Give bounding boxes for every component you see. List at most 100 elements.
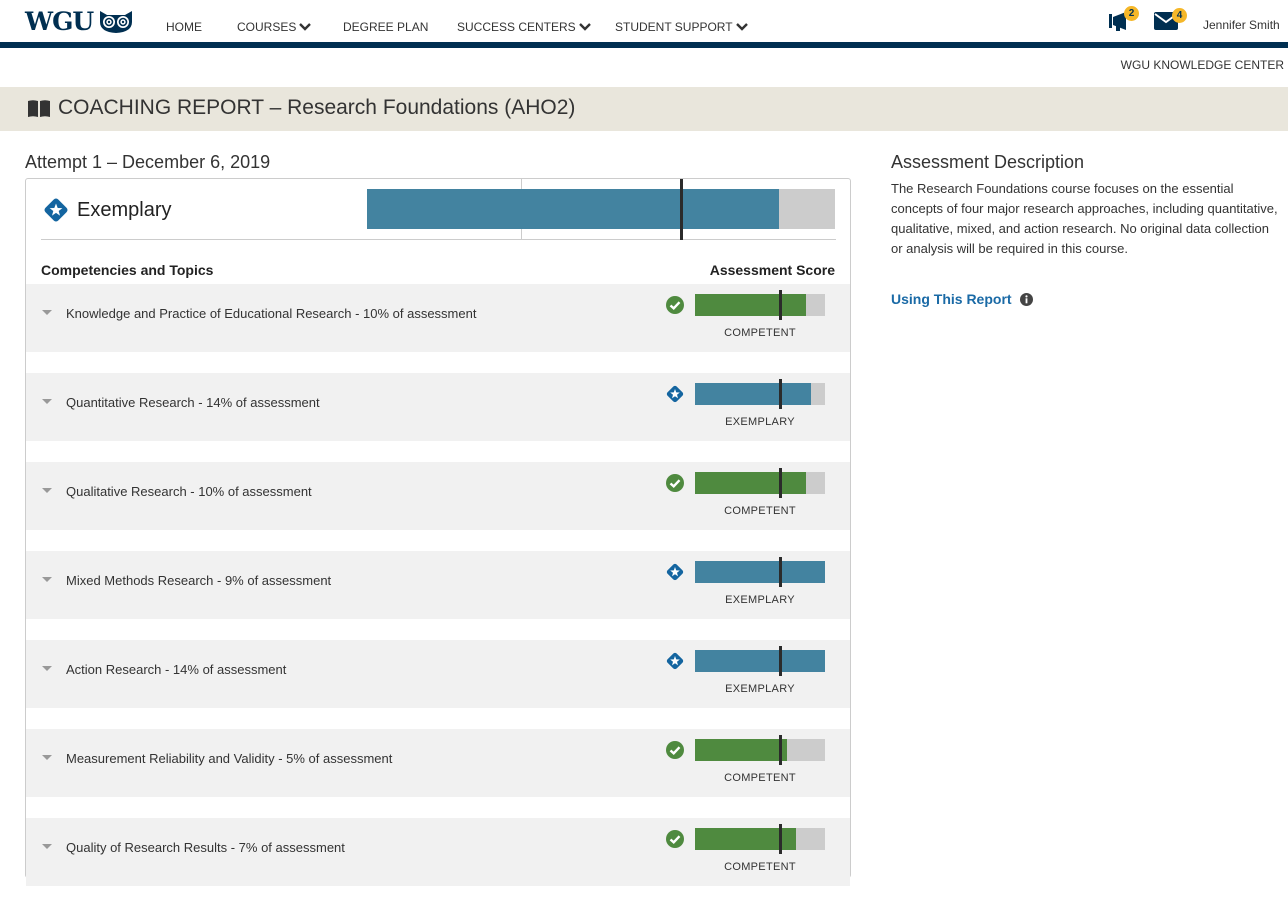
wgu-logo[interactable]: WGU bbox=[25, 9, 133, 34]
exemplary-star-icon bbox=[666, 385, 684, 403]
competency-label: Quality of Research Results - 7% of asse… bbox=[66, 840, 345, 855]
exemplary-star-icon bbox=[666, 563, 684, 581]
book-icon bbox=[28, 99, 50, 117]
competency-score-bar bbox=[695, 290, 825, 320]
competency-marker bbox=[779, 646, 782, 676]
competency-score-bar bbox=[695, 735, 825, 765]
nav-item-degree-plan[interactable]: DEGREE PLAN bbox=[343, 20, 428, 34]
competency-score-bar bbox=[695, 379, 825, 409]
competency-status: EXEMPLARY bbox=[725, 683, 795, 695]
competency-label: Measurement Reliability and Validity - 5… bbox=[66, 751, 393, 766]
score-bar-fill bbox=[695, 561, 825, 583]
top-navigation: WGU HOME COURSES DEGREE PLAN SUCCESS CENTER… bbox=[0, 0, 1288, 42]
nav-item-label: SUCCESS CENTERS bbox=[457, 20, 576, 34]
competency-label: Action Research - 14% of assessment bbox=[66, 662, 287, 677]
messages-badge: 4 bbox=[1172, 8, 1187, 23]
nav-item-label: DEGREE PLAN bbox=[343, 20, 429, 34]
level-icon bbox=[665, 829, 685, 854]
overall-bar-fill bbox=[367, 189, 779, 229]
using-this-report-link[interactable]: Using This Report bbox=[891, 291, 1281, 307]
attempt-heading: Attempt 1 – December 6, 2019 bbox=[25, 152, 271, 172]
info-icon bbox=[1019, 292, 1033, 306]
caret-down-icon[interactable] bbox=[42, 844, 52, 849]
caret-down-icon[interactable] bbox=[42, 666, 52, 671]
caret-down-icon[interactable] bbox=[42, 488, 52, 493]
competency-status: COMPETENT bbox=[724, 327, 796, 339]
assessment-description-title: Assessment Description bbox=[891, 152, 1085, 172]
coaching-report-card: Exemplary Competencies and Topics Assess… bbox=[25, 178, 851, 886]
assessment-description-panel: Assessment Description The Research Foun… bbox=[891, 152, 1281, 307]
caret-down-icon[interactable] bbox=[42, 310, 52, 315]
competency-marker bbox=[779, 824, 782, 854]
logo-text: WGU bbox=[25, 7, 94, 36]
page-title-text: COACHING REPORT – Research Foundations (… bbox=[58, 96, 576, 119]
competent-check-icon bbox=[666, 741, 684, 759]
nav-item-home[interactable]: HOME bbox=[166, 20, 202, 34]
competency-marker bbox=[779, 468, 782, 498]
overall-competency-marker bbox=[680, 179, 683, 240]
competency-row[interactable]: Mixed Methods Research - 9% of assessmen… bbox=[26, 551, 850, 619]
competent-check-icon bbox=[666, 474, 684, 492]
nav-item-success-centers[interactable]: SUCCESS CENTERS bbox=[457, 20, 591, 34]
competency-row[interactable]: Quality of Research Results - 7% of asse… bbox=[26, 818, 850, 886]
score-bar-fill bbox=[695, 383, 811, 405]
competency-status: COMPETENT bbox=[724, 772, 796, 784]
user-name[interactable]: Jennifer Smith bbox=[1203, 18, 1280, 32]
level-icon bbox=[665, 384, 685, 409]
competency-score-bar bbox=[695, 557, 825, 587]
competency-row[interactable]: Qualitative Research - 10% of assessment… bbox=[26, 462, 850, 530]
competency-list: Knowledge and Practice of Educational Re… bbox=[26, 284, 850, 907]
competency-label: Knowledge and Practice of Educational Re… bbox=[66, 306, 477, 321]
chevron-down-icon bbox=[735, 23, 748, 31]
assessment-description-text: The Research Foundations course focuses … bbox=[891, 181, 1278, 256]
caret-down-icon[interactable] bbox=[42, 577, 52, 582]
competency-row[interactable]: Quantitative Research - 14% of assessmen… bbox=[26, 373, 850, 441]
competency-row[interactable]: Measurement Reliability and Validity - 5… bbox=[26, 729, 850, 797]
score-bar-fill bbox=[695, 472, 806, 494]
nav-item-student-support[interactable]: STUDENT SUPPORT bbox=[615, 20, 748, 34]
nav-item-label: STUDENT SUPPORT bbox=[615, 20, 733, 34]
competency-score-bar bbox=[695, 824, 825, 854]
score-bar-fill bbox=[695, 294, 806, 316]
competency-status: EXEMPLARY bbox=[725, 416, 795, 428]
announcements-badge: 2 bbox=[1124, 6, 1139, 21]
competency-marker bbox=[779, 557, 782, 587]
competency-marker bbox=[779, 379, 782, 409]
competency-marker bbox=[779, 290, 782, 320]
nav-item-label: COURSES bbox=[237, 20, 297, 34]
caret-down-icon[interactable] bbox=[42, 399, 52, 404]
overall-level-text: Exemplary bbox=[77, 198, 172, 221]
using-this-report-label: Using This Report bbox=[891, 291, 1012, 307]
messages-button[interactable]: 4 bbox=[1154, 8, 1187, 35]
page-title: COACHING REPORT – Research Foundations (… bbox=[28, 96, 575, 120]
level-icon bbox=[665, 651, 685, 676]
exemplary-star-icon bbox=[44, 198, 68, 222]
competency-label: Qualitative Research - 10% of assessment bbox=[66, 484, 312, 499]
level-icon bbox=[665, 295, 685, 320]
competency-label: Mixed Methods Research - 9% of assessmen… bbox=[66, 573, 332, 588]
score-bar-fill bbox=[695, 650, 825, 672]
competency-row[interactable]: Action Research - 14% of assessment EXEMP… bbox=[26, 640, 850, 708]
nav-divider-bar bbox=[0, 42, 1288, 48]
caret-down-icon[interactable] bbox=[42, 755, 52, 760]
overall-level: Exemplary bbox=[43, 197, 171, 223]
competency-score-bar bbox=[695, 468, 825, 498]
chevron-down-icon bbox=[578, 23, 591, 31]
competent-check-icon bbox=[666, 830, 684, 848]
announcements-button[interactable]: 2 bbox=[1108, 6, 1139, 37]
competency-label: Quantitative Research - 14% of assessmen… bbox=[66, 395, 320, 410]
nav-item-courses[interactable]: COURSES bbox=[237, 20, 312, 34]
level-icon bbox=[665, 740, 685, 765]
competency-status: COMPETENT bbox=[724, 505, 796, 517]
knowledge-center-link[interactable]: WGU KNOWLEDGE CENTER bbox=[1121, 58, 1284, 72]
nav-item-label: HOME bbox=[166, 20, 202, 34]
competent-check-icon bbox=[666, 296, 684, 314]
competency-row[interactable]: Knowledge and Practice of Educational Re… bbox=[26, 284, 850, 352]
overall-score-bar bbox=[367, 179, 835, 240]
overall-score: Exemplary bbox=[41, 179, 836, 240]
chevron-down-icon bbox=[299, 23, 312, 31]
level-icon bbox=[665, 562, 685, 587]
competency-status: EXEMPLARY bbox=[725, 594, 795, 606]
exemplary-star-icon bbox=[666, 652, 684, 670]
score-bar-fill bbox=[695, 739, 787, 761]
